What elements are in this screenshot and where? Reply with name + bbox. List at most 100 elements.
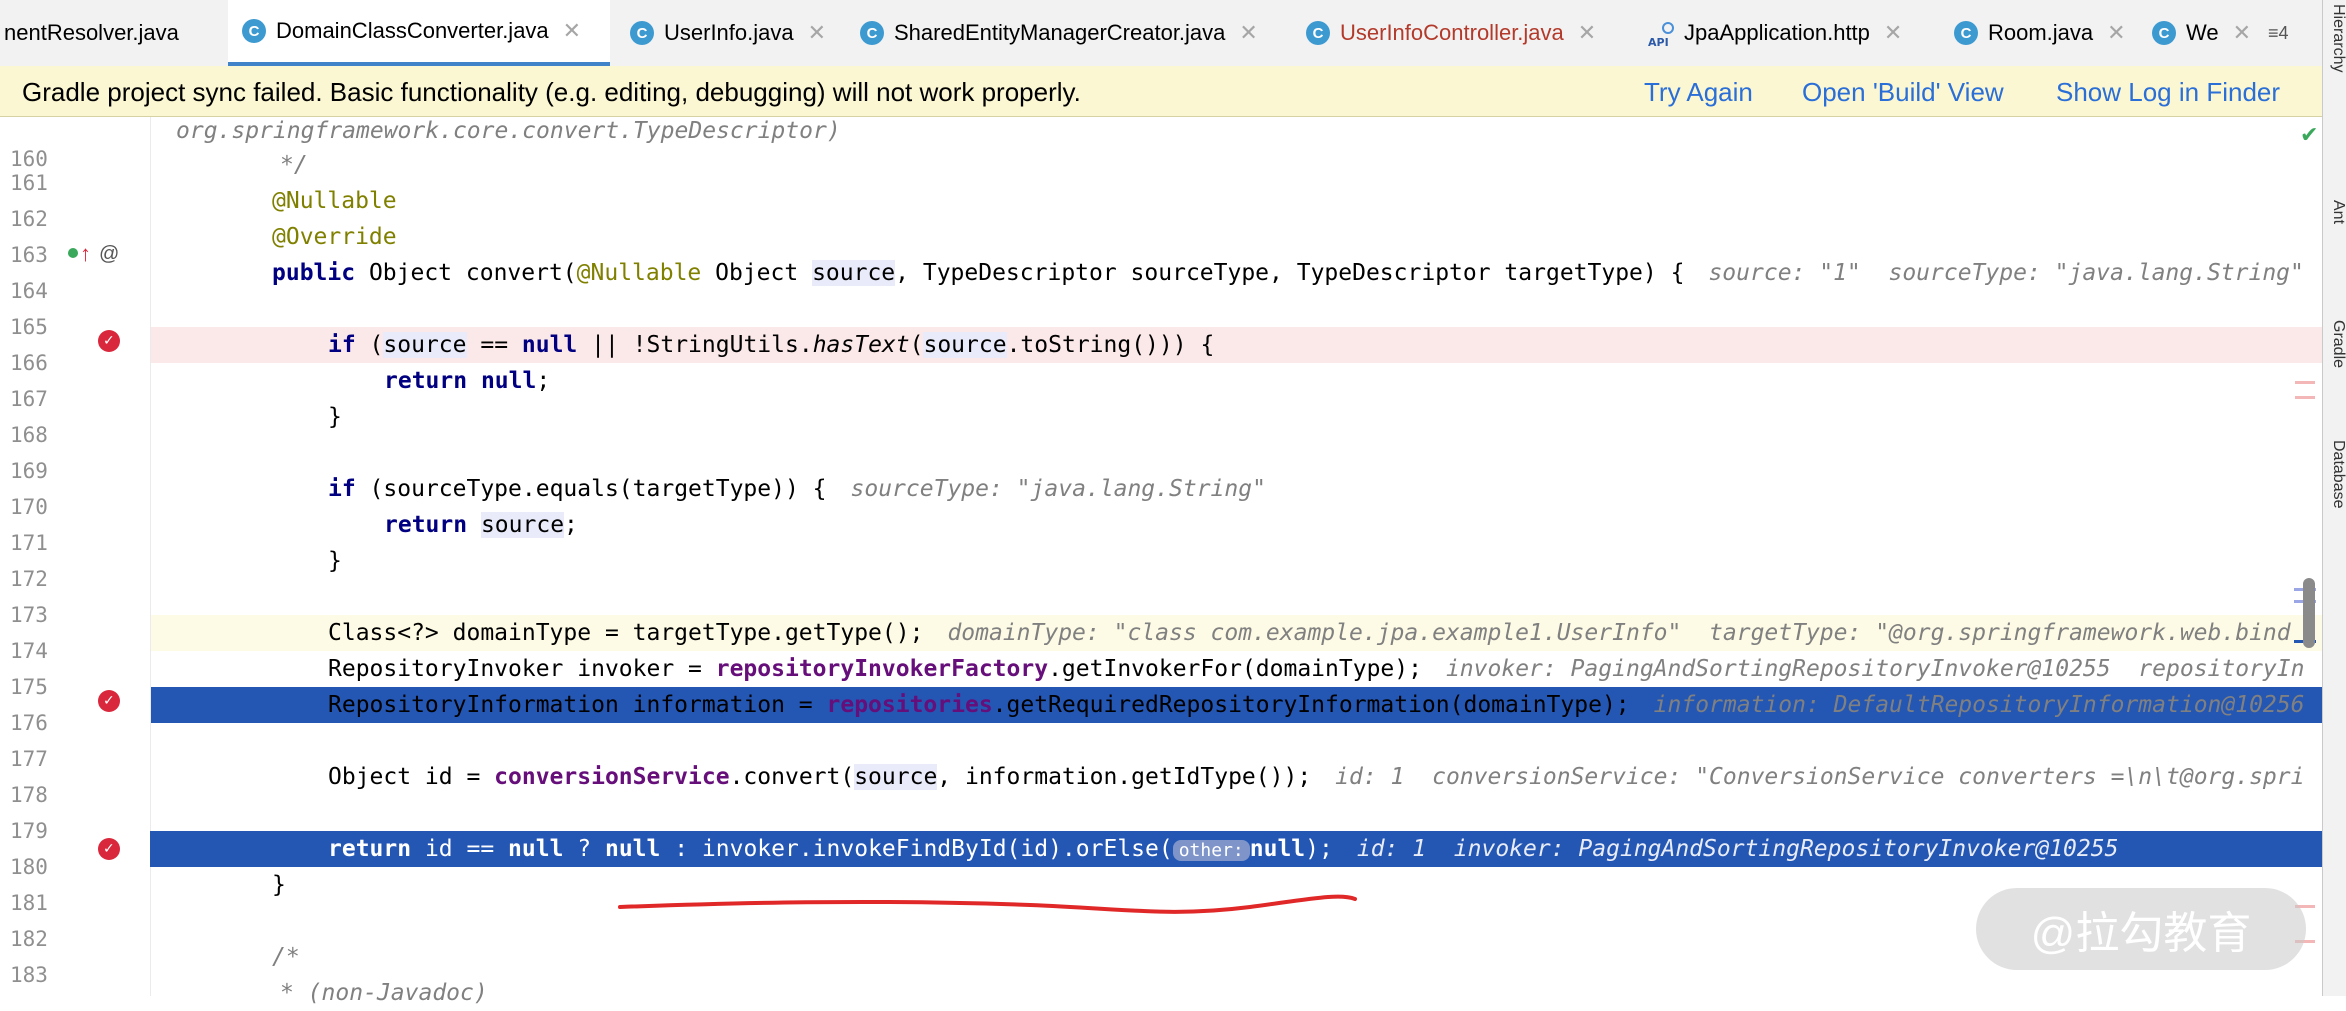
line-number: 169: [10, 459, 48, 483]
close-tab-icon[interactable]: ✕: [1578, 20, 1596, 46]
override-arrow-icon[interactable]: ↑: [80, 241, 91, 267]
class-icon: C: [630, 21, 654, 45]
error-stripe-mark[interactable]: [2295, 396, 2315, 399]
class-icon: C: [1954, 21, 1978, 45]
breakpoint-icon[interactable]: ✓: [98, 838, 120, 860]
gradle-tool-button[interactable]: Gradle: [2323, 320, 2346, 430]
inline-debug-value: invoker: PagingAndSortingRepositoryInvok…: [1445, 656, 2305, 682]
tab-overflow-button[interactable]: ≡4: [2268, 0, 2322, 66]
api-icon: API: [1648, 19, 1676, 49]
keyword: null: [508, 836, 564, 862]
implements-icon[interactable]: [68, 248, 78, 258]
breakpoint-icon[interactable]: ✓: [98, 690, 120, 712]
tab-sharedentitymanagercreator[interactable]: C SharedEntityManagerCreator.java ✕: [850, 0, 1300, 66]
tab-label: nentResolver.java: [4, 20, 179, 45]
code-text: );: [1305, 836, 1333, 862]
inline-debug-value: information: DefaultRepositoryInformatio…: [1653, 692, 2305, 718]
code-text: ;: [536, 368, 551, 394]
editor-tab-bar: nentResolver.java C DomainClassConverter…: [0, 0, 2322, 67]
close-tab-icon[interactable]: ✕: [563, 18, 581, 44]
code-line-173: Class<?> domainType = targetType.getType…: [328, 615, 2291, 651]
code-text: RepositoryInformation information =: [328, 692, 827, 718]
tab-overflow-label: ≡4: [2268, 22, 2289, 43]
line-number: 172: [10, 567, 48, 591]
closing-brace: }: [272, 872, 286, 898]
line-number: 170: [10, 495, 48, 519]
line-number: 183: [10, 963, 48, 987]
breakpoint-icon[interactable]: ✓: [98, 330, 120, 352]
tab-nentresolver[interactable]: nentResolver.java: [0, 0, 230, 66]
class-icon: C: [2152, 21, 2176, 45]
editor-scrollbar-thumb[interactable]: [2303, 578, 2315, 648]
line-number: 168: [10, 423, 48, 447]
inspection-ok-icon[interactable]: ✔: [2300, 122, 2318, 148]
tab-userinfo[interactable]: C UserInfo.java ✕: [620, 0, 854, 66]
class-icon: C: [1306, 21, 1330, 45]
line-number: 176: [10, 711, 48, 735]
line-number: 182: [10, 927, 48, 951]
line-number: 177: [10, 747, 48, 771]
code-text: .getInvokerFor(domainType);: [1048, 656, 1422, 682]
annotation-icon[interactable]: @: [99, 243, 119, 266]
annotation-nullable: @Nullable: [272, 188, 397, 214]
keyword: return: [384, 512, 468, 538]
line-number: 166: [10, 351, 48, 375]
variable: source: [812, 260, 896, 286]
line-number: 163: [10, 243, 48, 267]
code-text: : invoker.invokeFindById(id).orElse(: [660, 836, 1173, 862]
tab-jpaapplication-http[interactable]: API JpaApplication.http ✕: [1640, 0, 1948, 66]
code-text: ;: [564, 512, 578, 538]
open-build-view-link[interactable]: Open 'Build' View: [1802, 77, 2004, 108]
line-number: 173: [10, 603, 48, 627]
close-tab-icon[interactable]: ✕: [808, 20, 826, 46]
code-text: (: [355, 332, 384, 358]
code-text: , TypeDescriptor sourceType, TypeDescrip…: [895, 260, 1685, 286]
hierarchy-tool-button[interactable]: Hierarchy: [2323, 4, 2346, 134]
inline-debug-value: id: 1 invoker: PagingAndSortingRepositor…: [1356, 836, 2119, 862]
line-number: 175: [10, 675, 48, 699]
breakpoint-check: ✓: [103, 692, 115, 708]
close-tab-icon[interactable]: ✕: [1239, 20, 1257, 46]
variable: source: [923, 332, 1007, 358]
error-stripe-mark[interactable]: [2295, 381, 2315, 384]
code-line-163: public Object convert(@Nullable Object s…: [272, 255, 2304, 291]
close-tab-icon[interactable]: ✕: [1884, 20, 1902, 46]
class-icon: C: [860, 21, 884, 45]
code-text: ==: [466, 332, 522, 358]
code-text: Object: [701, 260, 813, 286]
close-tab-icon[interactable]: ✕: [2233, 20, 2251, 46]
field: repositoryInvokerFactory: [715, 656, 1049, 682]
code-text: .toString())) {: [1006, 332, 1215, 358]
javadoc-line: * (non-Javadoc): [280, 980, 488, 1006]
code-text: RepositoryInvoker invoker =: [328, 656, 716, 682]
variable: source: [383, 332, 467, 358]
closing-brace: }: [328, 548, 342, 574]
line-number: 165: [10, 315, 48, 339]
code-text: || !StringUtils.: [577, 332, 813, 358]
keyword: return: [384, 368, 468, 394]
show-log-in-finder-link[interactable]: Show Log in Finder: [2056, 77, 2280, 108]
red-annotation-stroke: [618, 894, 1357, 914]
method-call: hasText: [812, 332, 910, 358]
comment-end: */: [280, 152, 308, 178]
code-line-170: return source;: [384, 507, 578, 543]
ant-tool-button[interactable]: Ant: [2323, 200, 2346, 280]
try-again-link[interactable]: Try Again: [1644, 77, 1753, 108]
tab-label: SharedEntityManagerCreator.java: [894, 20, 1226, 45]
tab-room[interactable]: C Room.java ✕: [1942, 0, 2136, 66]
database-tool-button[interactable]: Database: [2323, 440, 2346, 580]
inline-debug-value: source: "1" sourceType: "java.lang.Strin…: [1708, 260, 2304, 286]
tab-domainclassconverter[interactable]: C DomainClassConverter.java ✕: [228, 0, 610, 66]
close-tab-icon[interactable]: ✕: [2107, 20, 2125, 46]
code-line-175: RepositoryInformation information = repo…: [328, 687, 2304, 723]
keyword: if: [328, 332, 356, 358]
code-text: Object convert(: [355, 260, 577, 286]
tab-label: We: [2186, 20, 2219, 45]
keyword: null: [1249, 836, 1306, 862]
tab-we[interactable]: C We ✕: [2140, 0, 2272, 66]
field: repositories: [826, 692, 993, 718]
tab-userinfocontroller[interactable]: C UserInfoController.java ✕: [1296, 0, 1646, 66]
right-tool-window-strip: Hierarchy Ant Gradle Database: [2322, 0, 2346, 996]
line-number: 161: [10, 171, 48, 195]
keyword: public: [272, 260, 356, 286]
